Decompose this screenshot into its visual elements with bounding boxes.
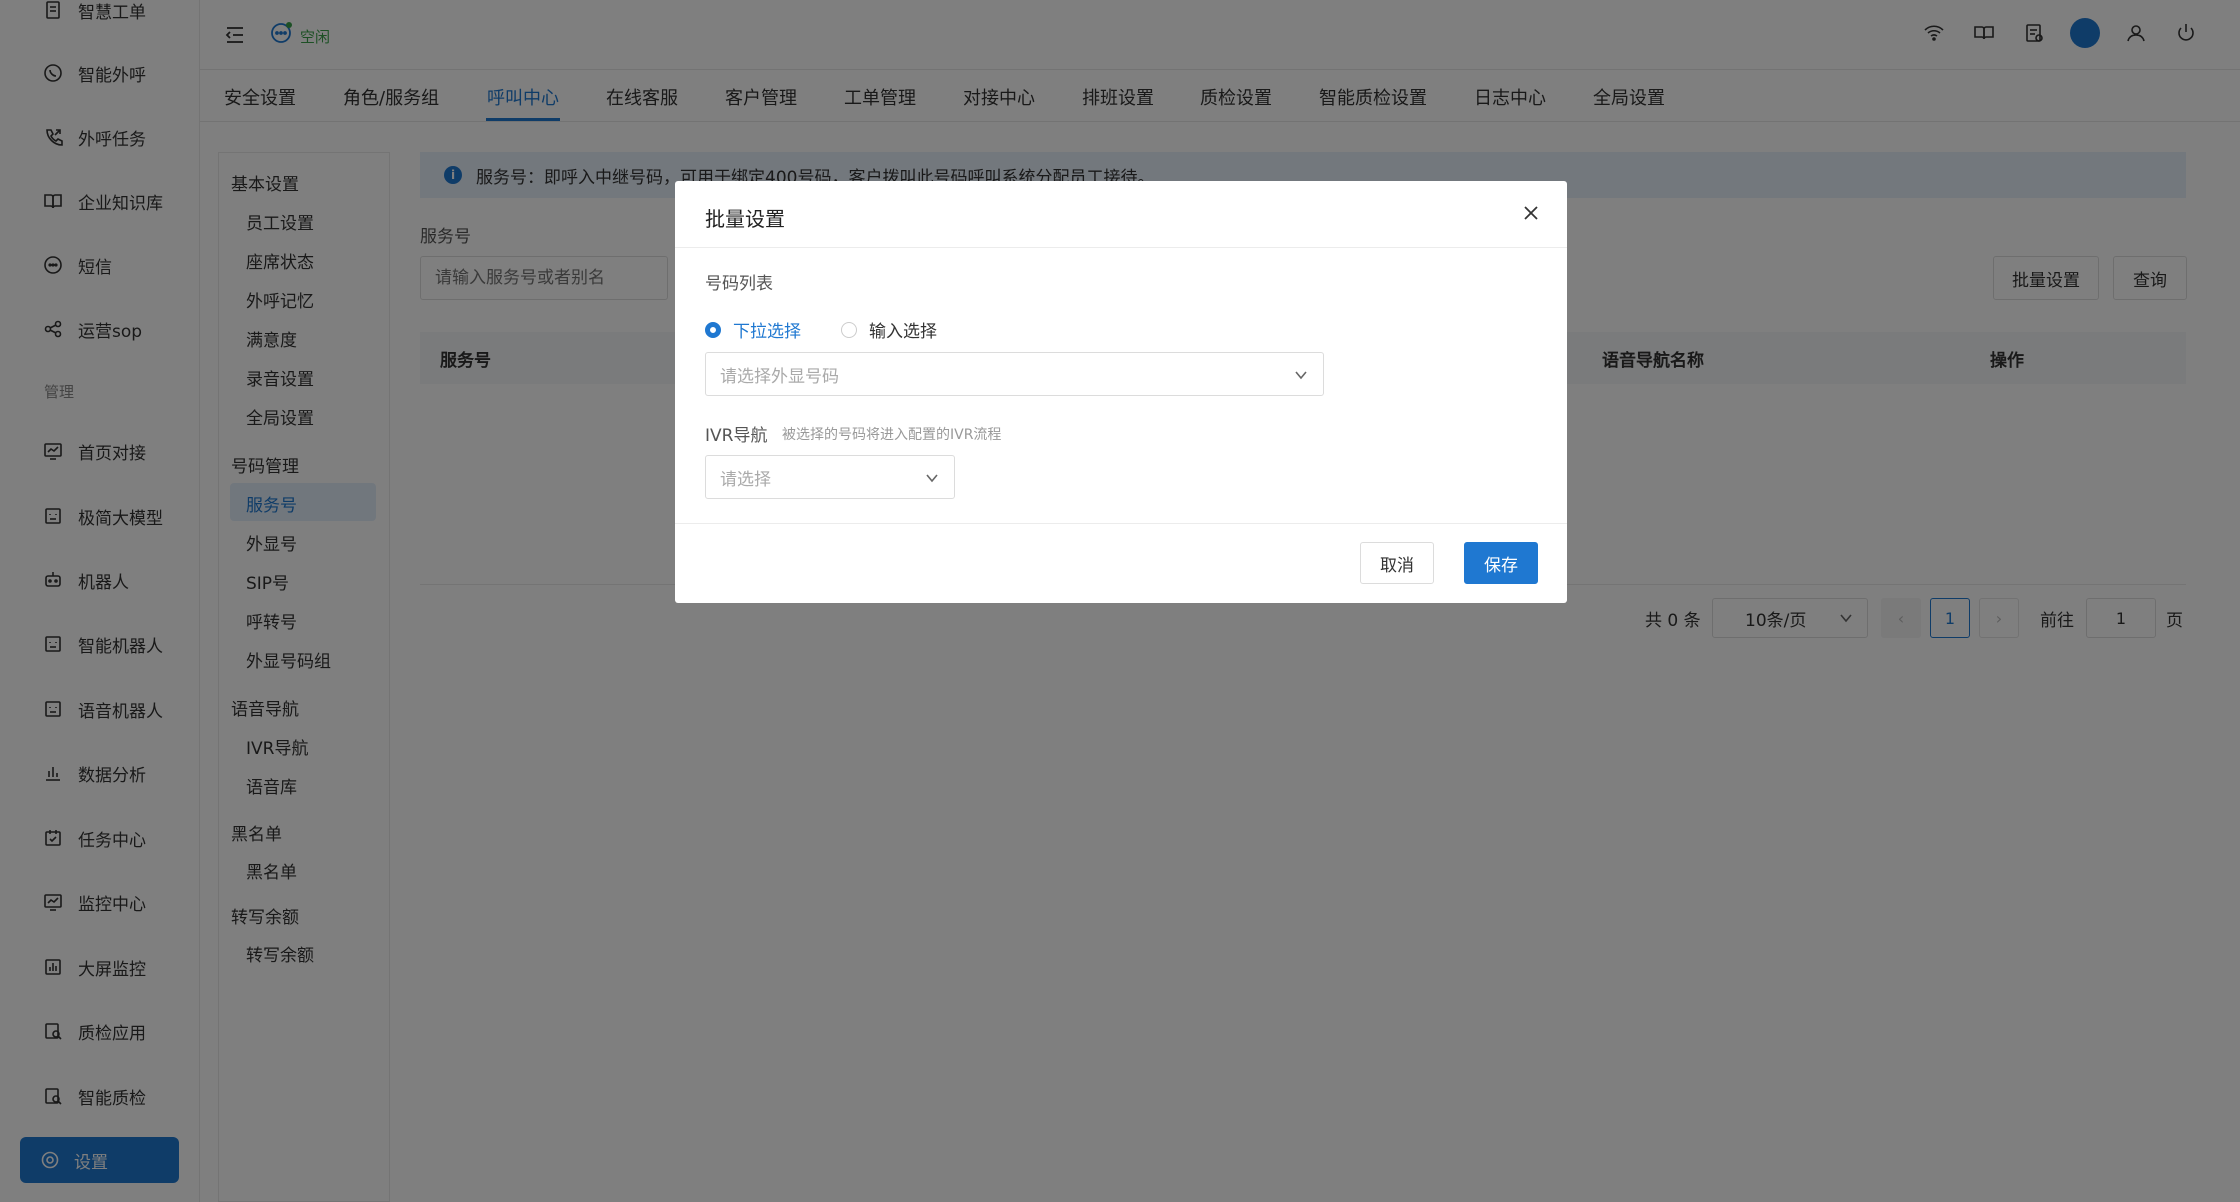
batch-settings-dialog: 批量设置 号码列表 下拉选择 输入选择 请选择外显号码 IVR导航 被选择的号码… [675, 181, 1567, 603]
display-number-select[interactable]: 请选择外显号码 [705, 352, 1324, 396]
dialog-footer-divider [675, 523, 1567, 524]
ivr-nav-hint: 被选择的号码将进入配置的IVR流程 [782, 427, 1002, 443]
radio-input-select[interactable] [841, 321, 857, 338]
ivr-nav-placeholder: 请选择 [720, 469, 771, 490]
dialog-title: 批量设置 [705, 207, 785, 231]
chevron-down-icon [926, 474, 938, 483]
save-button[interactable]: 保存 [1464, 542, 1538, 584]
ivr-nav-label: IVR导航 [705, 426, 768, 446]
number-list-label: 号码列表 [705, 274, 773, 294]
radio-dropdown-label[interactable]: 下拉选择 [733, 317, 801, 342]
selection-mode-radio-group: 下拉选择 输入选择 [705, 317, 977, 342]
ivr-nav-select[interactable]: 请选择 [705, 455, 955, 499]
dialog-header-divider [675, 247, 1567, 248]
cancel-button[interactable]: 取消 [1360, 542, 1434, 584]
display-number-placeholder: 请选择外显号码 [720, 366, 839, 387]
chevron-down-icon [1295, 371, 1307, 380]
close-icon[interactable] [1521, 203, 1541, 223]
radio-dropdown-select[interactable] [705, 321, 721, 338]
radio-input-label[interactable]: 输入选择 [869, 317, 937, 342]
